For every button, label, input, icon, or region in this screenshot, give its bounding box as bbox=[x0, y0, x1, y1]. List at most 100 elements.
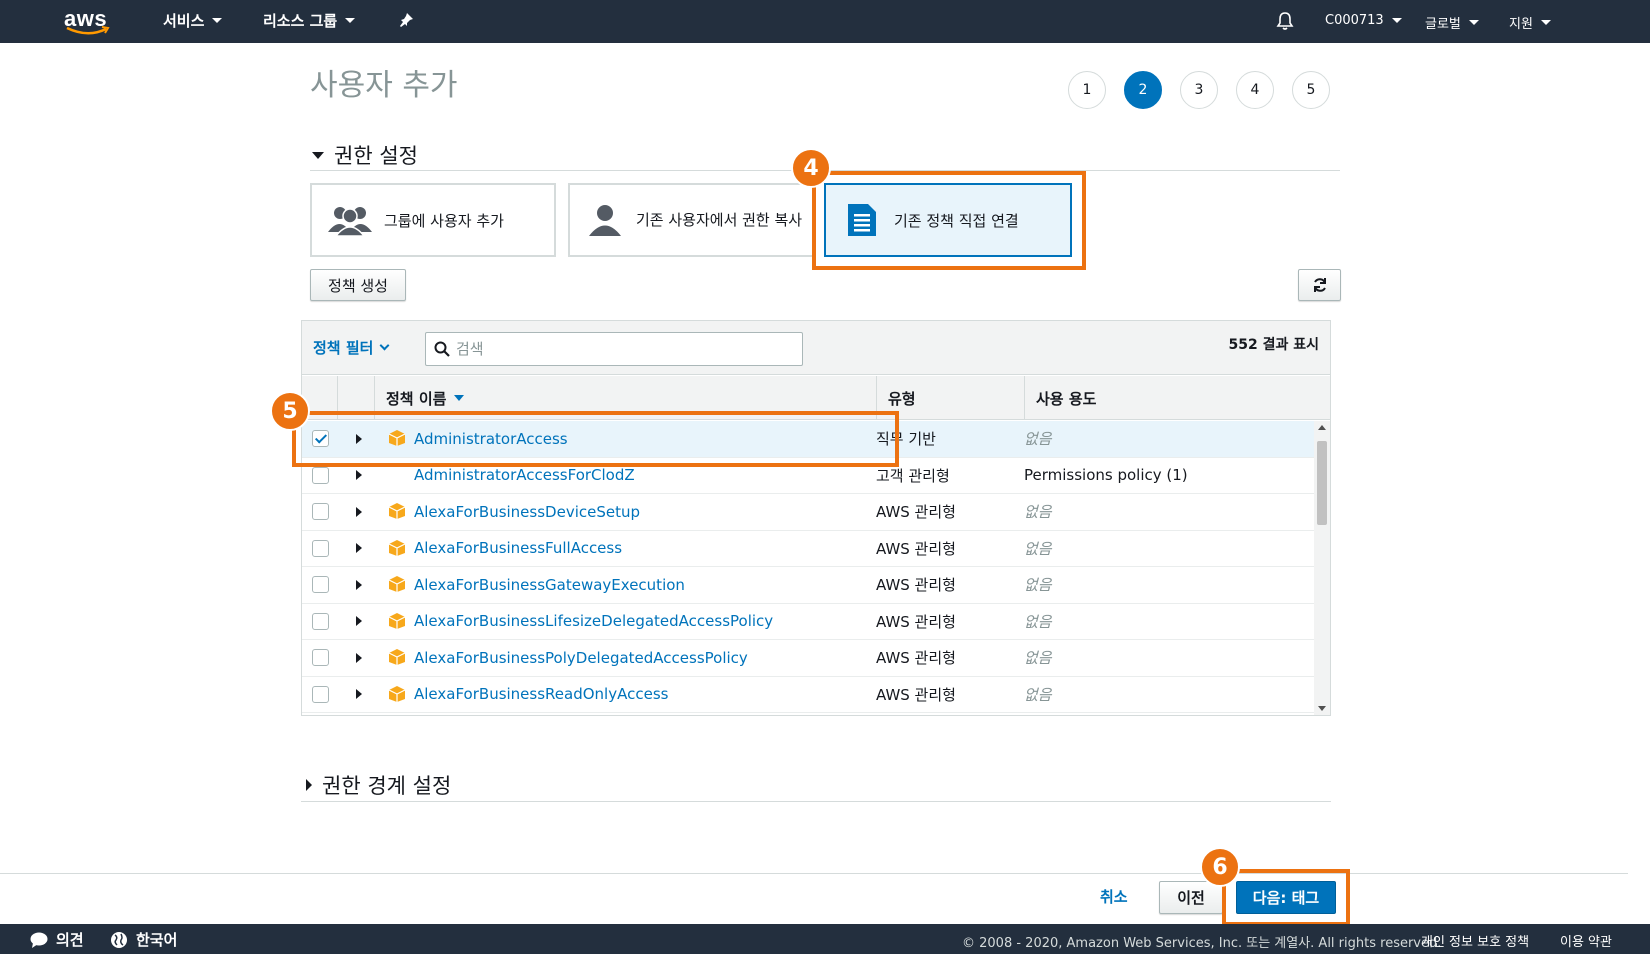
policy-name-link[interactable]: AdministratorAccessForClodZ bbox=[414, 466, 635, 484]
chevron-down-icon bbox=[1540, 20, 1551, 25]
table-row[interactable]: AlexaForBusinessGatewayExecution AWS 관리형… bbox=[302, 567, 1314, 604]
feedback-link[interactable]: 의견 bbox=[30, 929, 84, 950]
resource-groups-menu[interactable]: 리소스 그룹 bbox=[263, 10, 356, 31]
expand-row-icon[interactable] bbox=[356, 506, 362, 517]
chevron-down-icon bbox=[212, 18, 223, 23]
divider bbox=[301, 801, 1331, 802]
language-selector[interactable]: 한국어 bbox=[110, 929, 177, 950]
step-3[interactable]: 3 bbox=[1180, 71, 1218, 109]
action-bar-divider bbox=[0, 873, 1628, 874]
table-row[interactable]: AlexaForBusinessDeviceSetup AWS 관리형 없음 bbox=[302, 494, 1314, 531]
column-header-usage[interactable]: 사용 용도 bbox=[1024, 376, 1330, 420]
policy-usage: 없음 bbox=[1024, 503, 1052, 522]
policy-type: AWS 관리형 bbox=[876, 612, 956, 631]
chevron-down-icon bbox=[1468, 20, 1479, 25]
expand-row-icon[interactable] bbox=[356, 543, 362, 554]
option-add-to-group-label: 그룹에 사용자 추가 bbox=[384, 211, 504, 230]
table-row[interactable]: AlexaForBusinessReadOnlyAccess AWS 관리형 없… bbox=[302, 677, 1314, 713]
column-header-policy-name-label: 정책 이름 bbox=[386, 389, 447, 408]
chevron-down-icon bbox=[345, 18, 356, 23]
cancel-link[interactable]: 취소 bbox=[1100, 886, 1128, 907]
bell-icon[interactable] bbox=[1276, 11, 1294, 31]
language-label: 한국어 bbox=[136, 931, 178, 949]
row-checkbox[interactable] bbox=[312, 685, 329, 703]
chevron-down-icon bbox=[379, 340, 390, 351]
policy-box-icon bbox=[388, 539, 406, 556]
globe-icon bbox=[111, 931, 127, 948]
expand-row-icon[interactable] bbox=[356, 616, 362, 627]
policy-type: AWS 관리형 bbox=[876, 685, 956, 704]
region-label: 글로벌 bbox=[1425, 17, 1461, 32]
row-checkbox[interactable] bbox=[312, 576, 329, 594]
policy-usage: 없음 bbox=[1024, 576, 1052, 595]
services-menu[interactable]: 서비스 bbox=[163, 10, 223, 31]
policy-name-link[interactable]: AlexaForBusinessGatewayExecution bbox=[414, 576, 685, 594]
boundary-section-title: 권한 경계 설정 bbox=[322, 774, 452, 798]
policy-usage: Permissions policy (1) bbox=[1024, 466, 1188, 485]
expand-row-icon[interactable] bbox=[356, 579, 362, 590]
row-checkbox[interactable] bbox=[312, 503, 329, 521]
refresh-button[interactable] bbox=[1298, 269, 1341, 301]
table-scrollbar[interactable] bbox=[1314, 421, 1330, 715]
step-4[interactable]: 4 bbox=[1236, 71, 1274, 109]
step-5[interactable]: 5 bbox=[1292, 71, 1330, 109]
policy-name-link[interactable]: AlexaForBusinessPolyDelegatedAccessPolic… bbox=[414, 649, 748, 667]
policy-box-icon bbox=[388, 576, 406, 592]
row-checkbox[interactable] bbox=[312, 539, 329, 557]
annotation-badge-4: 4 bbox=[791, 148, 831, 188]
collapsed-caret-icon bbox=[306, 779, 312, 791]
scroll-thumb[interactable] bbox=[1317, 441, 1327, 525]
region-menu[interactable]: 글로벌 bbox=[1425, 13, 1479, 32]
expand-row-icon[interactable] bbox=[356, 652, 362, 663]
aws-smile-icon bbox=[66, 26, 110, 35]
policy-type: AWS 관리형 bbox=[876, 503, 956, 522]
row-checkbox[interactable] bbox=[312, 649, 329, 667]
search-icon bbox=[434, 341, 450, 357]
option-copy-permissions-label: 기존 사용자에서 권한 복사 bbox=[636, 211, 803, 229]
option-copy-permissions[interactable]: 기존 사용자에서 권한 복사 bbox=[568, 183, 814, 257]
policy-name-link[interactable]: AlexaForBusinessFullAccess bbox=[414, 539, 622, 557]
annotation-highlight-6 bbox=[1222, 869, 1350, 926]
terms-link[interactable]: 이용 약관 bbox=[1560, 931, 1612, 950]
aws-logo[interactable]: aws bbox=[64, 4, 112, 38]
table-row[interactable]: AlexaForBusinessLifesizeDelegatedAccessP… bbox=[302, 604, 1314, 640]
option-add-to-group[interactable]: 그룹에 사용자 추가 bbox=[310, 183, 556, 257]
expand-row-icon[interactable] bbox=[356, 470, 362, 481]
result-count: 552 결과 표시 bbox=[1228, 337, 1320, 353]
search-box bbox=[425, 332, 803, 366]
row-checkbox[interactable] bbox=[312, 612, 329, 630]
row-checkbox[interactable] bbox=[312, 466, 329, 484]
services-label: 서비스 bbox=[163, 12, 205, 30]
policy-name-link[interactable]: AlexaForBusinessLifesizeDelegatedAccessP… bbox=[414, 612, 773, 630]
scroll-up-icon[interactable] bbox=[1318, 425, 1326, 430]
annotation-highlight-4 bbox=[812, 171, 1086, 270]
refresh-icon bbox=[1313, 278, 1326, 292]
resource-groups-label: 리소스 그룹 bbox=[263, 12, 338, 30]
annotation-badge-5: 5 bbox=[270, 391, 310, 431]
policy-filter-dropdown[interactable]: 정책 필터 bbox=[313, 337, 390, 358]
annotation-highlight-5 bbox=[292, 411, 899, 467]
step-1[interactable]: 1 bbox=[1068, 71, 1106, 109]
boundary-section-header[interactable]: 권한 경계 설정 bbox=[306, 770, 451, 800]
speech-bubble-icon bbox=[30, 932, 48, 948]
expand-row-icon[interactable] bbox=[356, 689, 362, 700]
permissions-section-header[interactable]: 권한 설정 bbox=[312, 140, 418, 170]
search-input[interactable] bbox=[456, 340, 776, 358]
privacy-policy-link[interactable]: 개인 정보 보호 정책 bbox=[1421, 931, 1529, 950]
table-row[interactable]: AlexaForBusinessFullAccess AWS 관리형 없음 bbox=[302, 531, 1314, 567]
step-2[interactable]: 2 bbox=[1124, 71, 1162, 109]
policy-name-link[interactable]: AlexaForBusinessReadOnlyAccess bbox=[414, 685, 668, 703]
create-policy-button[interactable]: 정책 생성 bbox=[310, 269, 406, 301]
scroll-down-icon[interactable] bbox=[1318, 706, 1326, 711]
top-navigation: aws 서비스 리소스 그룹 C000713 글로벌 지원 bbox=[0, 0, 1650, 43]
policy-box-icon bbox=[388, 503, 406, 519]
policy-type: AWS 관리형 bbox=[876, 576, 956, 595]
pin-icon[interactable] bbox=[398, 12, 414, 28]
support-label: 지원 bbox=[1509, 17, 1533, 32]
policy-box-icon bbox=[388, 649, 406, 665]
table-row[interactable]: AlexaForBusinessPolyDelegatedAccessPolic… bbox=[302, 640, 1314, 677]
support-menu[interactable]: 지원 bbox=[1509, 13, 1551, 32]
policy-name-link[interactable]: AlexaForBusinessDeviceSetup bbox=[414, 503, 640, 521]
account-menu[interactable]: C000713 bbox=[1325, 13, 1402, 28]
sort-descending-icon bbox=[454, 395, 465, 401]
